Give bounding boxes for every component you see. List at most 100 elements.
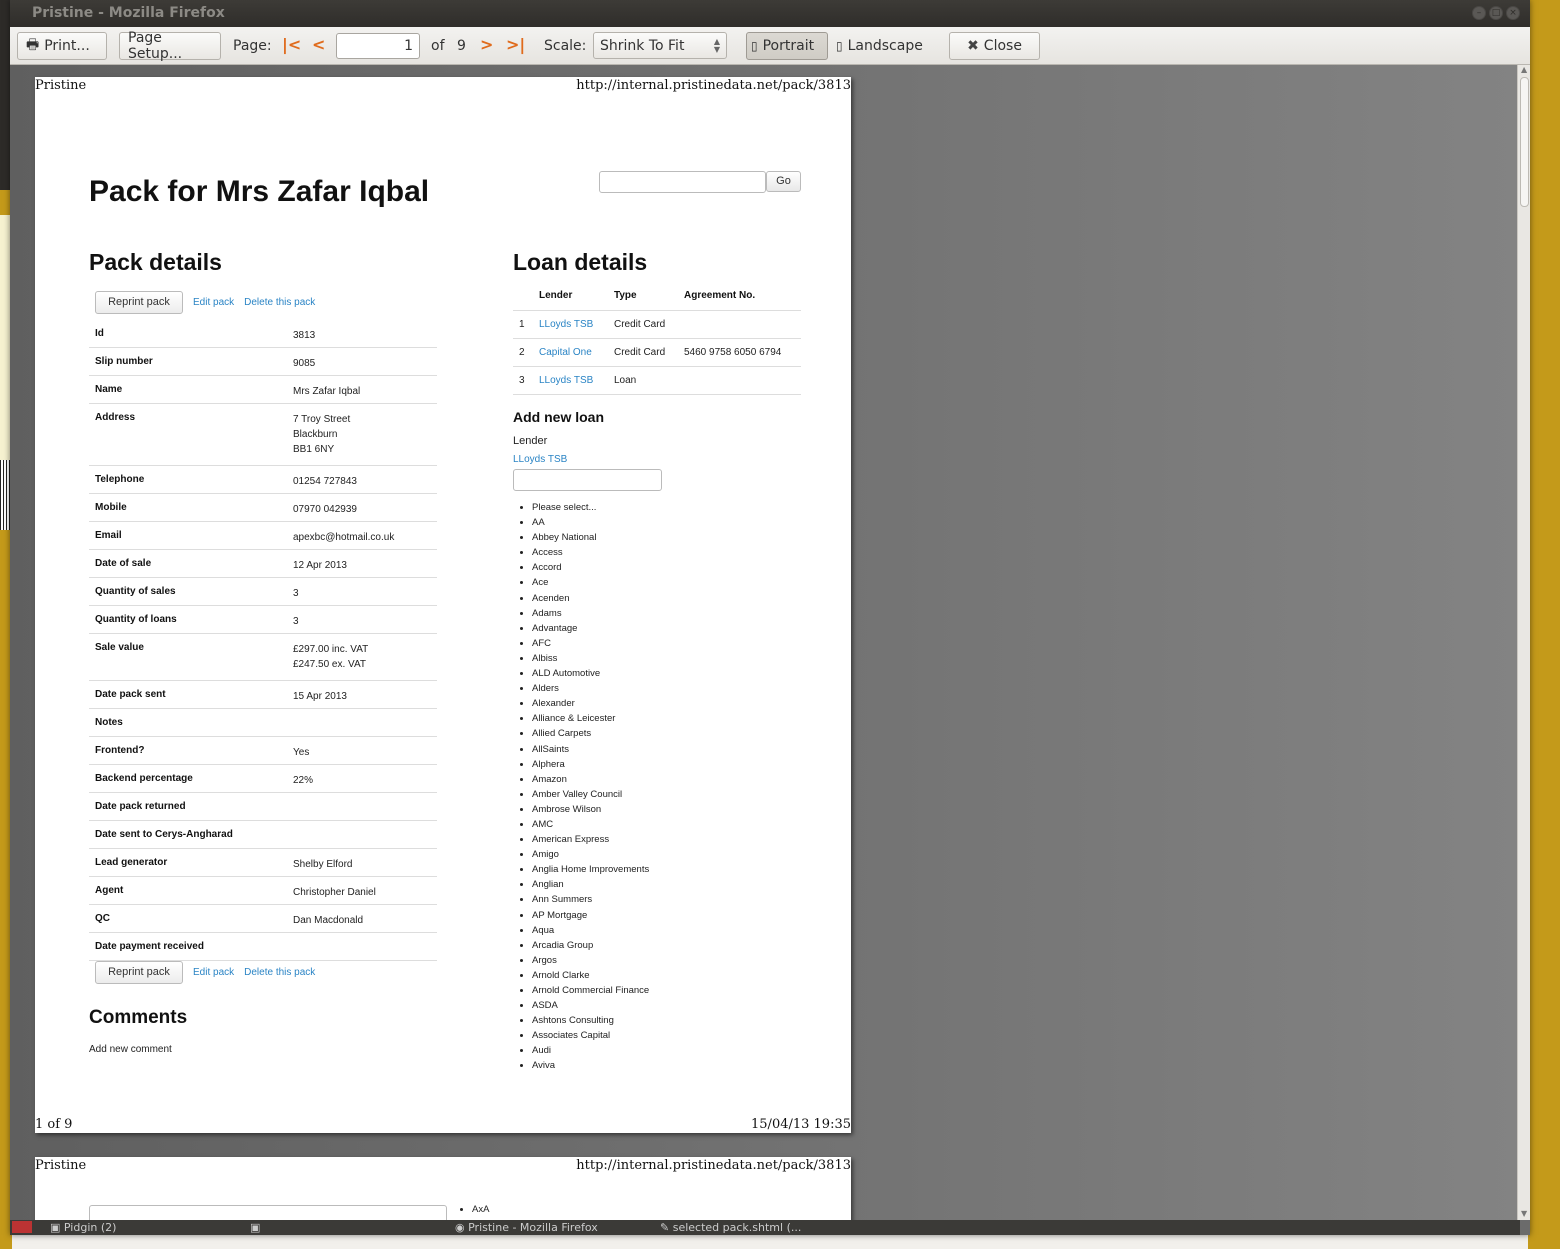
search-input[interactable] [599,171,766,193]
list-item[interactable]: Advantage [532,621,649,636]
list-item[interactable]: Alliance & Leicester [532,711,649,726]
list-item[interactable]: Alexander [532,696,649,711]
detail-label: Backend percentage [95,773,193,784]
list-item[interactable]: Please select... [532,500,649,515]
list-item[interactable]: AP Mortgage [532,908,649,923]
list-item[interactable]: AFC [532,636,649,651]
list-item[interactable]: Alders [532,681,649,696]
pack-actions-bottom: Reprint pack Edit pack Delete this pack [95,961,315,984]
landscape-button[interactable]: ▯ Landscape [831,32,931,60]
list-item[interactable]: Accord [532,560,649,575]
taskbar-item[interactable]: ✎ selected pack.shtml (... [660,1221,801,1234]
list-item[interactable]: AllSaints [532,742,649,757]
list-item[interactable]: Arcadia Group [532,938,649,953]
detail-row: Quantity of sales 3 [89,578,437,606]
list-item[interactable]: Amigo [532,847,649,862]
detail-row: Date sent to Cerys-Angharad [89,821,437,849]
delete-pack-link[interactable]: Delete this pack [244,297,315,308]
list-item[interactable]: Anglian [532,877,649,892]
add-comment-link[interactable]: Add new comment [89,1044,172,1055]
detail-row: QC Dan Macdonald [89,905,437,933]
maximize-icon[interactable]: □ [1489,6,1503,20]
page-title: Pack for Mrs Zafar Iqbal [89,175,430,208]
detail-value-line: 7 Troy Street [293,414,351,425]
portrait-button[interactable]: ▯ Portrait [746,32,828,60]
previous-page-icon[interactable]: < [312,35,325,54]
page-setup-button[interactable]: Page Setup... [119,30,221,62]
flag-icon [12,1221,32,1233]
taskbar-item-label: selected pack.shtml (... [672,1221,802,1234]
go-button[interactable]: Go [766,171,801,192]
list-item[interactable]: Arnold Clarke [532,968,649,983]
page-setup-label: Page Setup... [128,30,183,62]
list-item[interactable]: Albiss [532,651,649,666]
list-item[interactable]: Anglia Home Improvements [532,862,649,877]
list-item[interactable]: ASDA [532,998,649,1013]
detail-label: Frontend? [95,745,145,756]
list-item[interactable]: Aqua [532,923,649,938]
list-item[interactable]: ALD Automotive [532,666,649,681]
scroll-up-icon[interactable]: ▲ [1521,65,1527,74]
taskbar-item[interactable]: ▣ Pidgin (2) [50,1221,116,1234]
list-item[interactable]: Amazon [532,772,649,787]
list-item[interactable]: Ambrose Wilson [532,802,649,817]
page-label: Page: [233,38,272,54]
delete-pack-link[interactable]: Delete this pack [244,967,315,978]
page-header-right: http://internal.pristinedata.net/pack/38… [576,1158,851,1173]
list-item[interactable]: American Express [532,832,649,847]
list-item[interactable]: Audi [532,1043,649,1058]
taskbar-item[interactable]: ◉ Pristine - Mozilla Firefox [455,1221,598,1234]
list-item[interactable]: Allied Carpets [532,726,649,741]
last-page-icon[interactable]: >| [506,35,525,54]
column-header: Type [608,282,678,311]
edit-pack-link[interactable]: Edit pack [193,967,234,978]
list-item[interactable]: Amber Valley Council [532,787,649,802]
scrollbar-thumb[interactable] [1520,77,1529,207]
list-item[interactable]: Arnold Commercial Finance [532,983,649,998]
first-page-icon[interactable]: |< [282,35,301,54]
list-item[interactable]: Alphera [532,757,649,772]
list-item[interactable]: Ace [532,575,649,590]
close-preview-button[interactable]: ✖ Close [949,32,1040,60]
lender-link[interactable]: LLoyds TSB [533,310,608,339]
minimize-icon[interactable]: – [1472,6,1486,20]
list-item[interactable]: AMC [532,817,649,832]
total-pages: 9 [457,38,466,54]
list-item[interactable]: AA [532,515,649,530]
list-item[interactable]: Abbey National [532,530,649,545]
lender-search-input[interactable] [513,469,662,491]
lender-link[interactable]: Capital One [533,338,608,367]
list-item[interactable]: Associates Capital [532,1028,649,1043]
list-item[interactable]: Ann Summers [532,892,649,907]
page-footer-right: 15/04/13 19:35 [751,1117,851,1132]
taskbar-item[interactable]: ▣ [250,1221,260,1234]
next-page-icon[interactable]: > [480,35,493,54]
list-item[interactable]: Aviva [532,1058,649,1073]
list-item[interactable]: AxA [472,1204,489,1215]
list-item[interactable]: Argos [532,953,649,968]
lender-link[interactable]: LLoyds TSB [533,366,608,395]
detail-value: apexbc@hotmail.co.uk [293,532,395,543]
list-item[interactable]: Ashtons Consulting [532,1013,649,1028]
scroll-down-icon[interactable]: ▼ [1521,1209,1527,1218]
detail-value-line: Blackburn [293,429,338,440]
edit-pack-link[interactable]: Edit pack [193,297,234,308]
window-titlebar[interactable]: Pristine - Mozilla Firefox – □ × [10,0,1530,27]
print-preview-area[interactable]: Pristine http://internal.pristinedata.ne… [10,65,1517,1225]
desktop-panel-pale [0,215,10,465]
print-button[interactable]: 🖶 Print... [17,32,107,60]
agreement-number [678,366,801,395]
page-number-input[interactable]: 1 [336,33,420,59]
reprint-pack-button[interactable]: Reprint pack [95,961,183,984]
list-item[interactable]: Acenden [532,591,649,606]
list-item[interactable]: Access [532,545,649,560]
vertical-scrollbar[interactable]: ▲ ▼ [1517,65,1530,1220]
close-window-icon[interactable]: × [1506,6,1520,20]
column-header: Lender [533,282,608,311]
detail-value: Dan Macdonald [293,915,364,926]
selected-lender-link[interactable]: LLoyds TSB [513,454,567,465]
list-item[interactable]: Adams [532,606,649,621]
reprint-pack-button[interactable]: Reprint pack [95,291,183,314]
of-label: of [431,38,445,54]
scale-select[interactable]: Shrink To Fit ▲ ▼ [593,32,727,59]
